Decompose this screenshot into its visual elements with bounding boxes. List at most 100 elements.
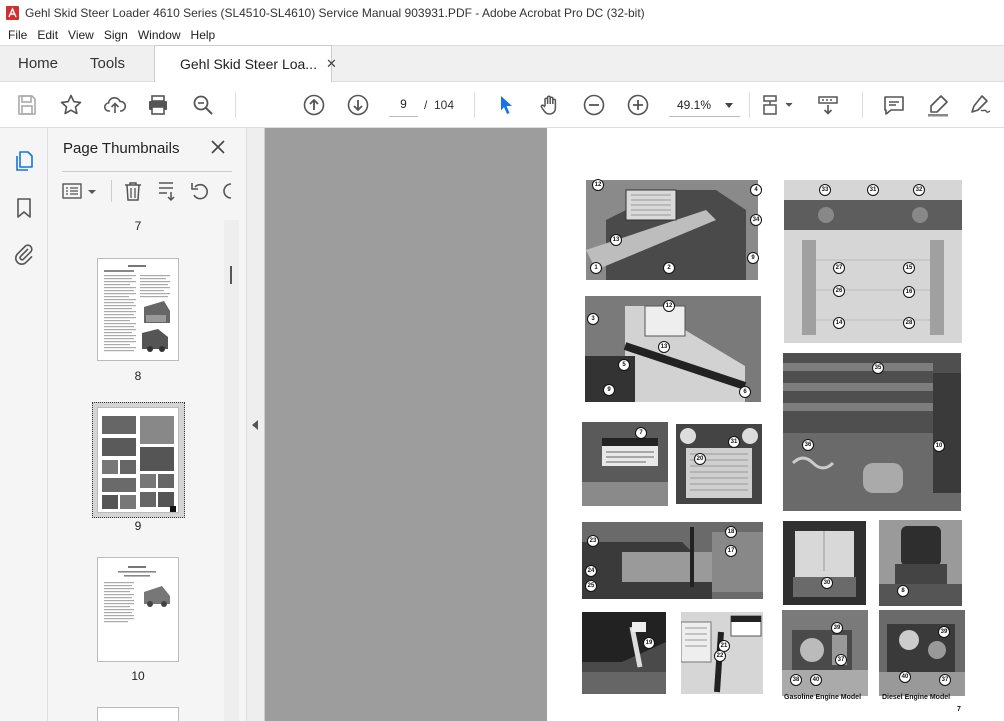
bookmark-icon[interactable] [12,196,36,220]
callout-marker: 28 [903,317,915,329]
window-title-bar: Gehl Skid Steer Loader 4610 Series (SL45… [0,0,1004,25]
menu-sign[interactable]: Sign [104,28,128,42]
menu-edit[interactable]: Edit [37,28,58,42]
menu-window[interactable]: Window [138,28,181,42]
window-title: Gehl Skid Steer Loader 4610 Series (SL45… [25,5,645,20]
zoom-out-icon[interactable] [582,93,606,117]
thumbnail-page-selected[interactable] [98,408,178,512]
zoom-value: 49.1% [677,98,712,112]
rotate-right-icon[interactable] [221,180,233,202]
zoom-search-icon[interactable] [191,93,215,117]
callout-marker: 22 [714,650,726,662]
thumbnail-page[interactable] [98,558,178,661]
callout-marker: 13 [658,341,670,353]
close-tab-icon[interactable]: ✕ [326,56,337,72]
print-icon[interactable] [146,93,170,117]
thumbnail-options-icon[interactable] [61,180,99,202]
menu-view[interactable]: View [68,28,94,42]
pdf-page: 12 4 34 13 1 2 9 33 31 32 27 26 15 16 14 28 3 12 13 5 9 6 35 7 3… [547,128,1004,721]
star-icon[interactable] [59,93,83,117]
callout-marker: 7 [635,427,647,439]
extract-pages-icon[interactable] [156,180,178,202]
photo-diesel-engine [879,610,965,696]
thumbnail-page-number: 10 [131,669,145,683]
callout-marker: 9 [747,252,759,264]
callout-marker: 13 [610,234,622,246]
comment-icon[interactable] [882,93,906,117]
menu-help[interactable]: Help [191,28,216,42]
attachment-icon[interactable] [12,242,36,266]
photo-control-lever-left [582,612,666,694]
menu-file[interactable]: File [8,28,27,42]
fit-page-icon[interactable] [761,93,795,117]
hand-icon[interactable] [538,93,562,117]
callout-marker: 26 [833,285,845,297]
arrow-up-icon[interactable] [302,93,326,117]
panel-splitter[interactable] [247,128,265,721]
thumbnail-page[interactable] [98,259,178,360]
callout-marker: 4 [750,184,762,196]
callout-marker: 40 [810,674,822,686]
rotate-left-icon[interactable] [189,180,211,202]
callout-marker: 15 [903,262,915,274]
callout-marker: 12 [663,300,675,312]
callout-marker: 1 [590,262,602,274]
photo-operator-seat [879,520,962,606]
toolbar-divider [862,92,863,118]
highlight-icon[interactable] [926,93,950,117]
collapse-panel-icon[interactable] [252,420,258,430]
callout-marker: 32 [913,184,925,196]
callout-marker: 6 [739,386,751,398]
callout-marker: 23 [587,535,599,547]
photo-engine-compartment [783,353,961,511]
page-footer-number: 7 [957,706,961,713]
callout-marker: 36 [802,439,814,451]
panel-toolbar-divider [111,180,112,202]
toolbar-divider [749,92,750,118]
callout-marker: 12 [592,179,604,191]
callout-marker: 20 [694,453,706,465]
scroll-mode-icon[interactable] [816,93,840,117]
callout-marker: 27 [833,262,845,274]
thumbnail-page-number: 7 [134,219,142,233]
callout-marker: 18 [725,526,737,538]
callout-marker: 38 [790,674,802,686]
photo-radiator [676,424,762,504]
toolbar-divider [235,92,236,118]
select-arrow-icon[interactable] [495,93,519,117]
page-thumbnails-icon[interactable] [12,149,36,173]
callout-marker: 34 [750,214,762,226]
thumbnail-page-number: 8 [134,369,142,383]
callout-marker: 37 [939,674,951,686]
chevron-down-icon [725,103,733,108]
scrollbar-handle[interactable] [230,266,232,284]
callout-marker: 14 [833,317,845,329]
thumbnails-scrollbar[interactable] [224,220,239,721]
upload-icon[interactable] [103,93,127,117]
tab-document[interactable]: Gehl Skid Steer Loa... ✕ [154,45,337,82]
callout-marker: 19 [643,637,655,649]
tab-home[interactable]: Home [18,46,58,82]
sign-icon[interactable] [968,93,992,117]
callout-marker: 3 [587,313,599,325]
close-panel-icon[interactable] [210,139,226,155]
callout-marker: 5 [618,359,630,371]
callout-marker: 16 [903,286,915,298]
arrow-down-icon[interactable] [346,93,370,117]
callout-marker: 40 [899,671,911,683]
zoom-select[interactable]: 49.1% [669,92,740,117]
zoom-in-icon[interactable] [626,93,650,117]
page-number-input[interactable] [389,92,418,117]
save-icon[interactable] [15,93,39,117]
thumbnail-page[interactable] [98,708,178,721]
tab-tools[interactable]: Tools [90,46,125,82]
callout-marker: 2 [663,262,675,274]
callout-marker: 10 [933,440,945,452]
document-canvas[interactable]: 12 4 34 13 1 2 9 33 31 32 27 26 15 16 14 28 3 12 13 5 9 6 35 7 3… [265,128,1004,721]
page-separator: / [424,98,428,112]
delete-pages-icon[interactable] [122,180,144,202]
callout-marker: 30 [821,577,833,589]
page-total: 104 [434,98,455,112]
callout-marker: 25 [585,580,597,592]
panel-divider [62,171,232,172]
